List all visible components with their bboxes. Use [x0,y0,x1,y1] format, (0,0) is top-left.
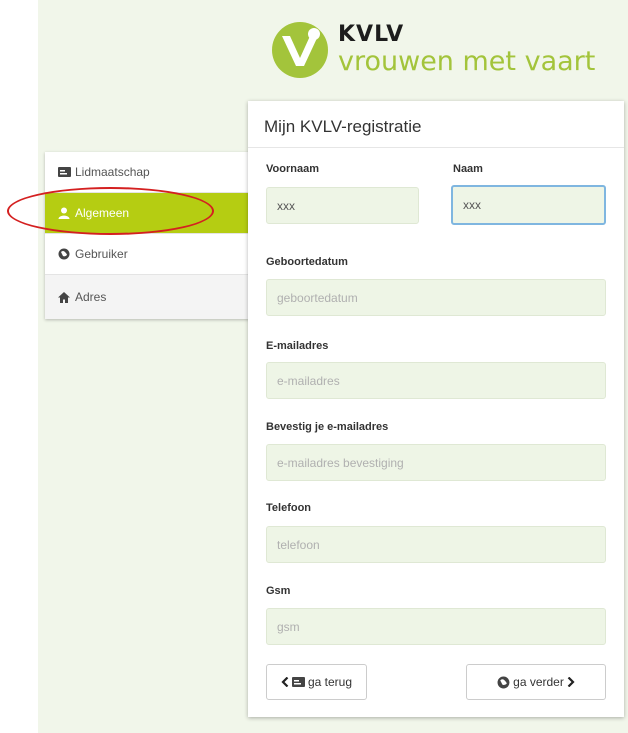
telefoon-label: Telefoon [266,502,312,514]
sidebar-item-label: Lidmaatschap [75,165,150,179]
logo-brand: KVLV [338,22,405,47]
geboortedatum-label: Geboortedatum [266,256,348,268]
chevron-left-icon [281,677,289,687]
sidebar-nav: Lidmaatschap Algemeen Gebruiker Adres [45,152,249,319]
sidebar-item-gebruiker[interactable]: Gebruiker [45,234,249,275]
id-card-icon [291,677,305,687]
logo-tagline: vrouwen met vaart [338,46,596,77]
naam-field[interactable]: xxx [451,185,606,225]
back-button[interactable]: ga terug [266,664,367,700]
chevron-right-icon [567,677,575,687]
voornaam-label: Voornaam [266,163,319,175]
gsm-label: Gsm [266,585,291,597]
sidebar-item-label: Adres [75,290,107,304]
email-field[interactable]: e-mailadres [266,362,606,399]
telefoon-field[interactable]: telefoon [266,526,606,563]
registration-panel: Mijn KVLV-registratie Voornaam Naam xxx … [248,101,624,717]
globe-icon [57,248,71,260]
sidebar-item-adres[interactable]: Adres [45,275,249,319]
id-card-icon [57,166,71,178]
page-title: Mijn KVLV-registratie [264,117,422,136]
sidebar-item-algemeen[interactable]: Algemeen [45,193,249,234]
back-button-label: ga terug [307,675,353,689]
divider [248,147,624,148]
kvlv-logo-icon [272,22,328,78]
gsm-field[interactable]: gsm [266,608,606,645]
globe-icon [497,676,510,688]
user-icon [57,207,71,219]
voornaam-field[interactable]: xxx [266,187,419,224]
naam-label: Naam [453,163,483,175]
next-button[interactable]: ga verder [466,664,606,700]
sidebar-item-label: Gebruiker [75,247,128,261]
email-confirm-field[interactable]: e-mailadres bevestiging [266,444,606,481]
next-button-label: ga verder [513,675,564,689]
sidebar-item-label: Algemeen [75,206,130,220]
sidebar-item-lidmaatschap[interactable]: Lidmaatschap [45,152,249,193]
email-confirm-label: Bevestig je e-mailadres [266,421,389,433]
geboortedatum-field[interactable]: geboortedatum [266,279,606,316]
home-icon [57,291,71,303]
email-label: E-mailadres [266,340,329,352]
